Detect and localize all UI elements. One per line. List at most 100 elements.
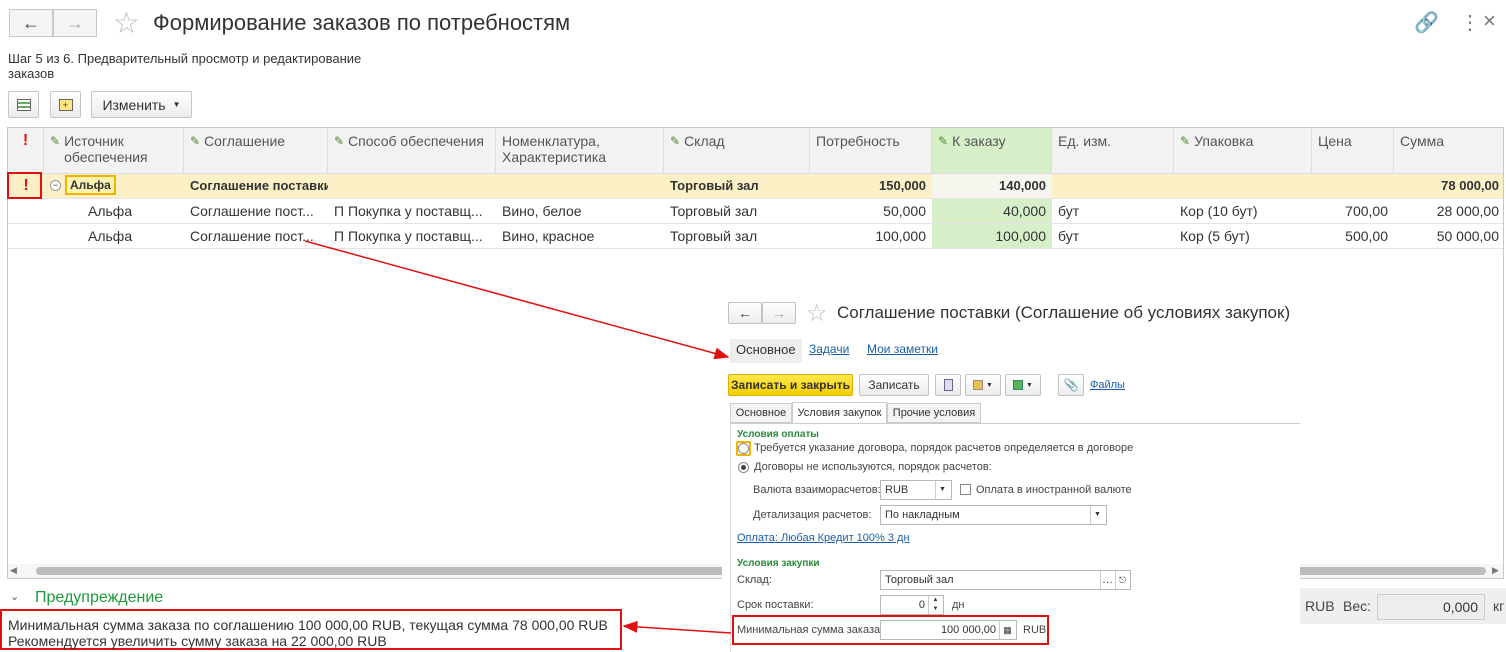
arrow-left-icon: ← [22, 12, 40, 33]
close-icon[interactable]: × [1483, 8, 1496, 34]
back-button[interactable]: ← [9, 9, 53, 37]
currency-label: Валюта взаиморасчетов: [753, 484, 881, 496]
col-header-need[interactable]: Потребность [810, 128, 932, 174]
table-row[interactable]: Альфа Соглашение пост... П Покупка у пос… [8, 199, 1503, 224]
col-header-source[interactable]: ✎ Источник обеспечения [44, 128, 184, 174]
col-header-price[interactable]: Цена [1312, 128, 1394, 174]
collapse-icon[interactable]: − [50, 180, 61, 191]
radio-contract-required[interactable] [736, 441, 751, 456]
save-close-button[interactable]: Записать и закрыть [728, 374, 853, 396]
currency-select[interactable]: RUB ▼ [880, 480, 952, 500]
col-header-sum[interactable]: Сумма [1394, 128, 1503, 174]
group-need-cell: 150,000 [879, 178, 926, 193]
warehouse-field[interactable]: Торговый зал … ⎋ [880, 570, 1131, 590]
files-link[interactable]: Файлы [1090, 379, 1125, 391]
col-header-to-order[interactable]: ✎ К заказу [932, 128, 1052, 174]
sum-cell: 28 000,00 [1436, 203, 1499, 219]
inner-tab-other[interactable]: Прочие условия [887, 403, 981, 423]
agreement-cell: Соглашение пост... [190, 228, 314, 244]
inner-tab-main[interactable]: Основное [730, 403, 792, 423]
col-header-unit[interactable]: Ед. изм. [1052, 128, 1174, 174]
popup-tab-tasks[interactable]: Задачи [809, 342, 849, 356]
detail-label: Детализация расчетов: [753, 509, 872, 521]
tree-expand-icon [16, 98, 31, 111]
foreign-currency-label[interactable]: Оплата в иностранной валюте [976, 484, 1132, 496]
col-header-warn[interactable]: ! [8, 128, 44, 174]
create-based-button[interactable]: ▼ [1005, 374, 1041, 396]
chevron-down-icon[interactable]: ⌄ [10, 590, 19, 603]
popup-star-icon[interactable]: ☆ [806, 299, 828, 328]
price-cell: 700,00 [1345, 203, 1388, 219]
header-need-label: Потребность [816, 133, 900, 149]
header-warn-label: ! [22, 132, 29, 149]
header-nomenclature-label: Номенклатура, Характеристика [502, 133, 607, 165]
popup-tab-notes[interactable]: Мои заметки [867, 342, 938, 356]
lead-time-label: Срок поставки: [737, 599, 814, 611]
attach-button[interactable]: 📎 [1058, 374, 1084, 396]
table-group-row[interactable]: ! − Альфа Соглашение поставки Торговый з… [8, 174, 1503, 199]
radio-no-contract[interactable] [738, 462, 749, 473]
document-icon [943, 379, 953, 391]
arrow-to-warning [622, 620, 732, 634]
warning-title[interactable]: Предупреждение [35, 589, 163, 607]
scroll-right-icon[interactable]: ▶ [1492, 565, 1499, 576]
header-to-order-label: К заказу [952, 133, 1006, 149]
paperclip-icon: 📎 [1063, 378, 1079, 392]
inner-tab-other-label: Прочие условия [892, 407, 976, 419]
table-row[interactable]: Альфа Соглашение пост... П Покупка у пос… [8, 224, 1503, 249]
warn-cell-highlight [7, 172, 42, 199]
min-order-highlight [732, 615, 1049, 645]
col-header-nomenclature[interactable]: Номенклатура, Характеристика [496, 128, 664, 174]
print-menu-button[interactable]: ▼ [965, 374, 1001, 396]
payment-terms-link[interactable]: Оплата: Любая Кредит 100% 3 дн [737, 532, 910, 544]
lead-time-value: 0 [918, 599, 925, 611]
group-warehouse-cell: Торговый зал [670, 178, 759, 193]
col-header-package[interactable]: ✎ Упаковка [1174, 128, 1312, 174]
source-cell: Альфа [88, 203, 133, 219]
ellipsis-icon[interactable]: … [1100, 571, 1114, 589]
col-header-warehouse[interactable]: ✎ Склад [664, 128, 810, 174]
expand-tree-button[interactable] [8, 91, 39, 118]
warehouse-cell: Торговый зал [670, 203, 758, 219]
radio-no-contract-label[interactable]: Договоры не используются, порядок расчет… [754, 461, 992, 473]
popup-forward-button[interactable]: → [762, 302, 796, 324]
collapse-tree-button[interactable]: + [50, 91, 81, 118]
popup-tab-main[interactable]: Основное [730, 339, 802, 363]
pencil-icon: ✎ [334, 134, 345, 148]
lead-time-field[interactable]: 0 ▲ ▼ [880, 595, 944, 615]
payment-section-title: Условия оплаты [737, 429, 819, 440]
more-icon[interactable]: ⋮ [1460, 10, 1480, 35]
star-icon[interactable]: ☆ [113, 6, 140, 41]
forward-button[interactable]: → [53, 9, 97, 37]
inner-left-border [730, 423, 731, 652]
open-icon[interactable]: ⎋ [1115, 571, 1129, 589]
radio-contract-required-label[interactable]: Требуется указание договора, порядок рас… [754, 442, 1133, 454]
warning-line-1: Минимальная сумма заказа по соглашению 1… [8, 617, 608, 633]
list-button[interactable] [935, 374, 961, 396]
print-icon [973, 380, 984, 390]
link-icon[interactable]: 🔗 [1414, 10, 1439, 35]
group-sum-cell: 78 000,00 [1441, 178, 1499, 193]
stepper-icon[interactable]: ▲ ▼ [928, 596, 942, 614]
foreign-currency-checkbox[interactable] [960, 484, 971, 495]
inner-tab-purchase[interactable]: Условия закупок [792, 402, 887, 424]
unit-cell: бут [1058, 228, 1080, 244]
source-cell: Альфа [88, 228, 133, 244]
detail-select[interactable]: По накладным ▼ [880, 505, 1107, 525]
change-menu-button[interactable]: Изменить ▼ [91, 91, 192, 118]
need-cell: 50,000 [883, 203, 926, 219]
nomenclature-cell: Вино, белое [502, 203, 582, 219]
scroll-left-icon[interactable]: ◀ [10, 565, 17, 576]
col-header-method[interactable]: ✎ Способ обеспечения [328, 128, 496, 174]
to-order-cell[interactable]: 100,000 [932, 224, 1052, 248]
popup-back-button[interactable]: ← [728, 302, 762, 324]
group-source-cell[interactable]: Альфа [65, 175, 116, 195]
save-button[interactable]: Записать [859, 374, 929, 396]
agreement-form-popup[interactable]: ← → ☆ Соглашение поставки (Соглашение об… [722, 292, 1300, 652]
purchase-section-title: Условия закупки [737, 558, 820, 569]
col-header-agreement[interactable]: ✎ Соглашение [184, 128, 328, 174]
package-cell: Кор (5 бут) [1180, 228, 1250, 244]
change-label: Изменить [102, 96, 166, 113]
to-order-cell[interactable]: 40,000 [932, 199, 1052, 223]
pencil-icon: ✎ [938, 134, 949, 148]
